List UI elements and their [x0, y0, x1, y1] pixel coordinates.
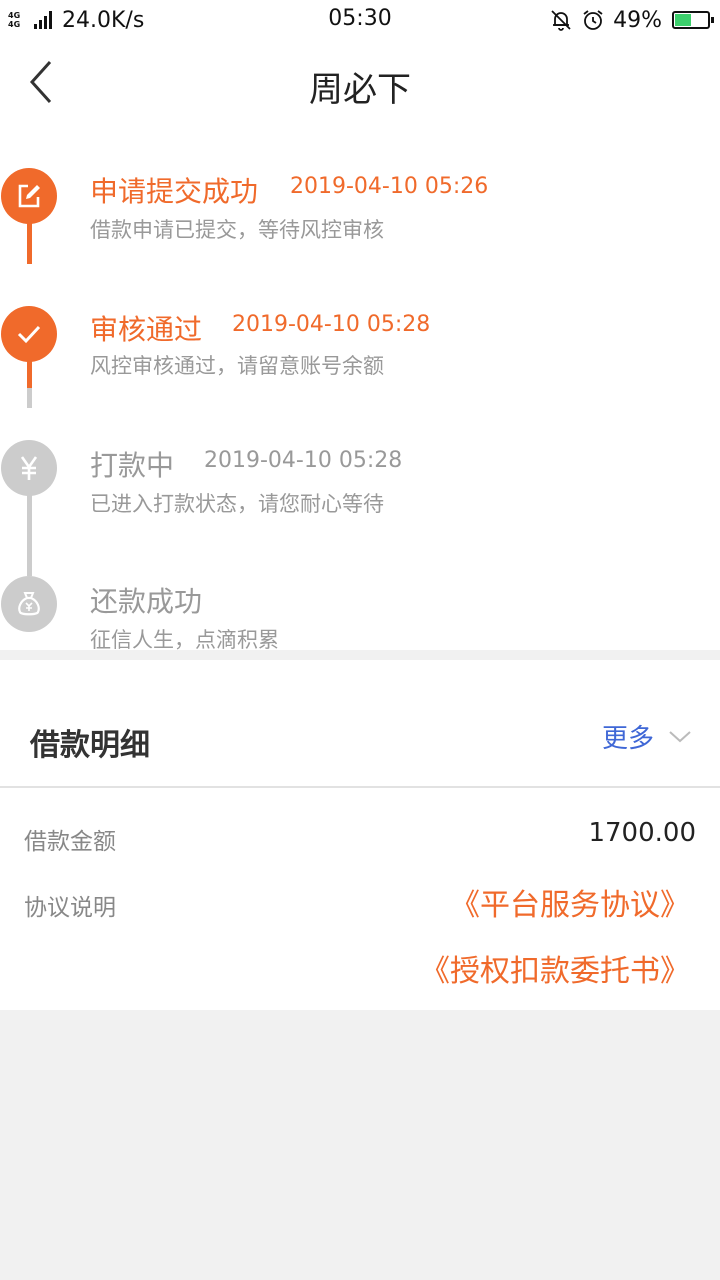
page-title: 周必下: [309, 70, 411, 110]
loan-progress-page: 4G 4G 24.0K/s 05:30 49% 周必下 申请提交成功 2019-…: [0, 0, 720, 1280]
alarm-clock-icon: [583, 10, 603, 30]
step-title: 打款中: [90, 449, 175, 482]
step-time: 2019-04-10 05:28: [232, 312, 431, 337]
step-icon-paying: [1, 440, 57, 496]
status-bar: 4G 4G 24.0K/s 05:30 49%: [0, 0, 720, 40]
edit-icon: [18, 184, 40, 208]
check-icon: [17, 325, 41, 344]
step-icon-repaid: [1, 576, 57, 632]
platform-service-agreement-link[interactable]: 《平台服务协议》: [450, 880, 690, 924]
agreement-label: 协议说明: [24, 895, 116, 921]
step-time: 2019-04-10 05:26: [290, 174, 489, 199]
loan-amount-label: 借款金额: [24, 829, 116, 855]
money-bag-icon: [18, 592, 40, 616]
step-icon-approved: [1, 306, 57, 362]
chevron-down-icon[interactable]: [668, 726, 692, 746]
battery-charging-icon: [672, 11, 714, 29]
step-title: 还款成功: [90, 585, 203, 618]
divider: [0, 786, 720, 788]
mute-bell-icon: [551, 10, 571, 31]
loan-amount-value: 1700.00: [588, 818, 696, 848]
battery-percent: 49%: [613, 7, 662, 33]
more-button[interactable]: 更多: [602, 718, 654, 755]
progress-timeline: 申请提交成功 2019-04-10 05:26 借款申请已提交，等待风控审核 审…: [0, 130, 720, 652]
section-title: 借款明细: [30, 728, 150, 763]
step-desc: 征信人生，点滴积累: [90, 628, 279, 652]
step-title: 审核通过: [90, 313, 203, 346]
step-time: 2019-04-10 05:28: [204, 448, 403, 473]
step-desc: 已进入打款状态，请您耐心等待: [90, 492, 384, 516]
step-icon-submitted: [1, 168, 57, 224]
step-desc: 借款申请已提交，等待风控审核: [90, 218, 384, 242]
step-title: 申请提交成功: [90, 175, 259, 208]
status-right: 49%: [549, 6, 714, 34]
yen-icon: [20, 456, 38, 480]
debit-authorization-link[interactable]: 《授权扣款委托书》: [420, 946, 690, 990]
step-desc: 风控审核通过，请留意账号余额: [90, 354, 384, 378]
battery-level: [675, 14, 691, 26]
loan-detail-card: 借款明细 更多 借款金额 1700.00 协议说明 《平台服务协议》 《授权扣款…: [0, 660, 720, 1010]
nav-bar: 周必下: [0, 40, 720, 130]
timeline-connector: [27, 388, 32, 408]
